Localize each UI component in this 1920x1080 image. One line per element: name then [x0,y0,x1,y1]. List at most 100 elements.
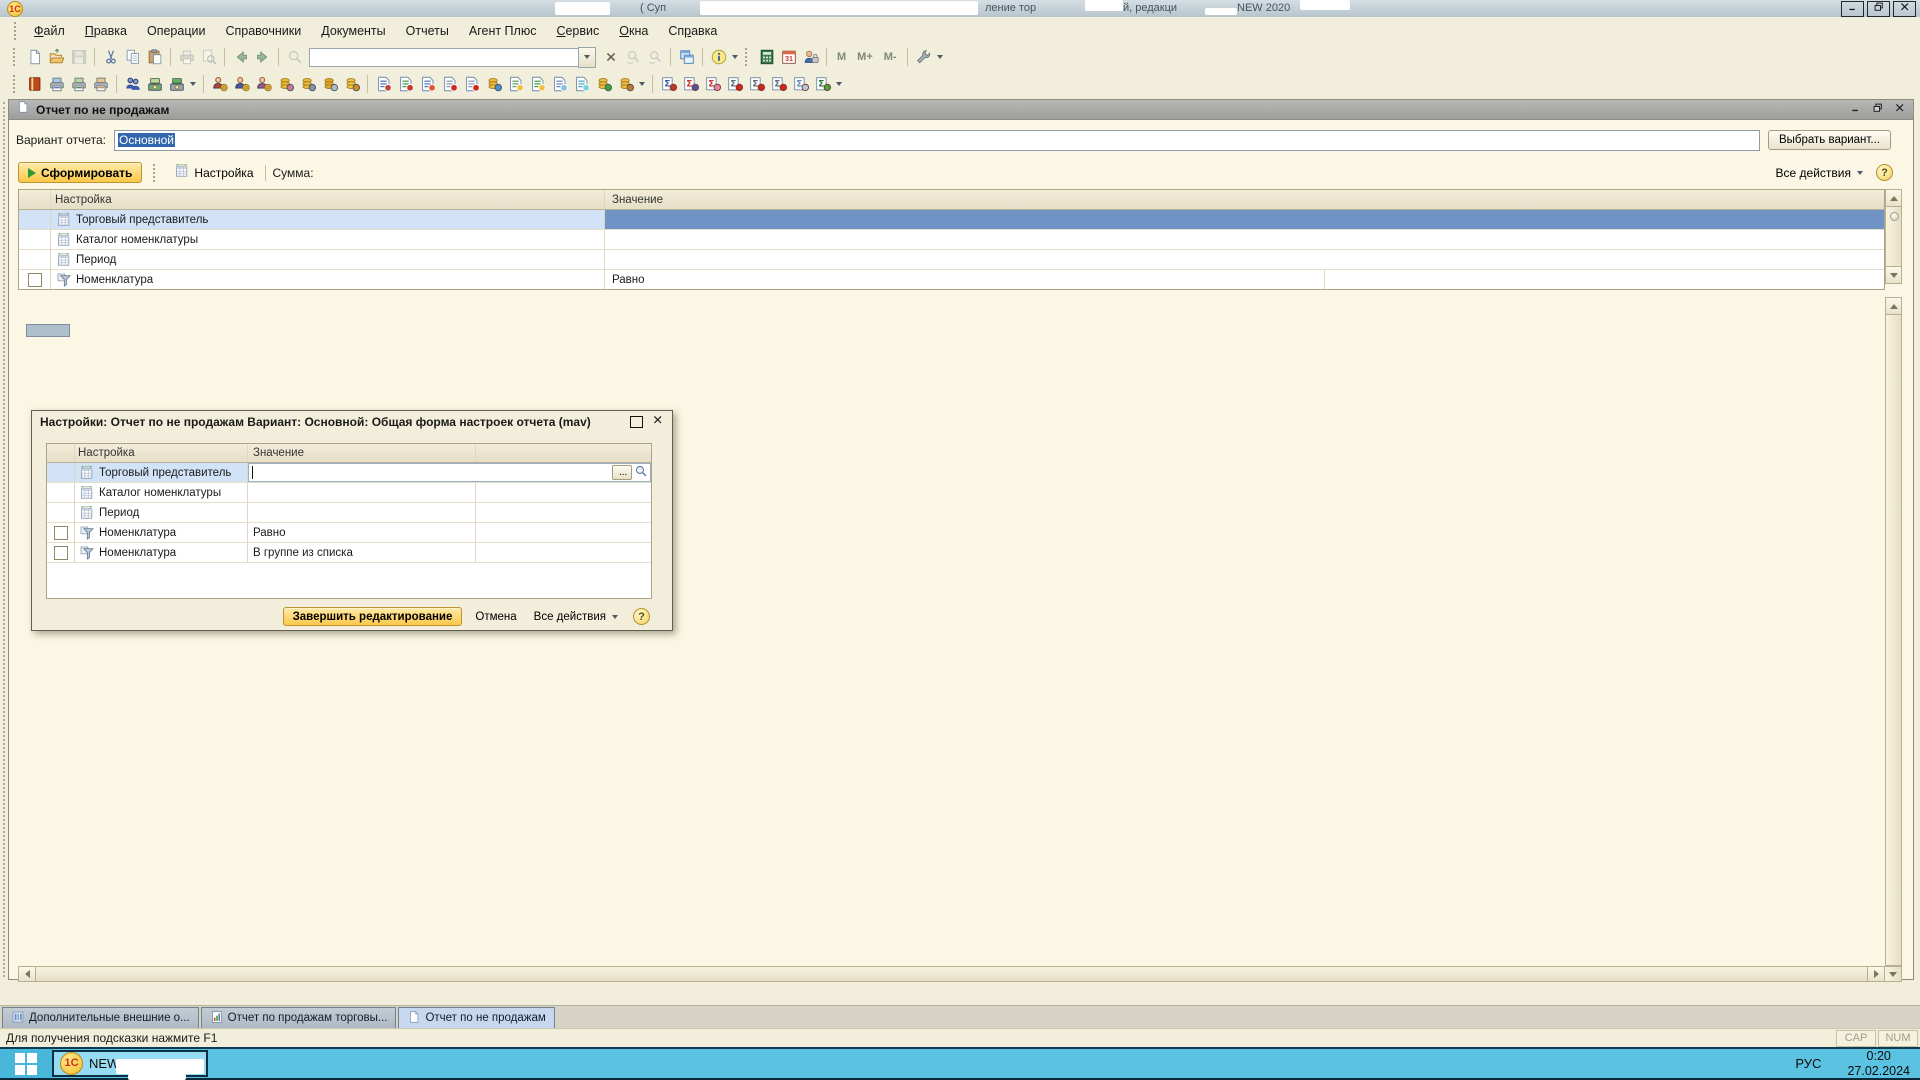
partners-icon[interactable] [122,74,143,95]
sales-person-icon[interactable] [209,74,230,95]
window-minimize-icon[interactable] [1850,101,1862,119]
column-header[interactable]: Настройка [75,444,248,462]
toolbar-grip[interactable] [13,48,19,66]
print-icon[interactable] [176,47,197,68]
menu-item-отчеты[interactable]: Отчеты [396,20,459,42]
new-document-icon[interactable] [24,47,45,68]
person-coins-icon[interactable] [275,74,296,95]
money-stack-icon[interactable] [319,74,340,95]
menu-item-документы[interactable]: Документы [311,20,395,42]
open-icon[interactable] [46,47,67,68]
find-next-icon[interactable] [644,47,665,68]
scroll-left-button[interactable] [19,967,36,981]
all-actions-button[interactable]: Все действия [1772,164,1869,182]
menu-item-операции[interactable]: Операции [137,20,215,42]
menu-item-справка[interactable]: Справка [658,20,727,42]
table-row[interactable]: Период [47,503,651,523]
dropdown-caret-icon[interactable] [937,55,943,59]
warehouse-coins-icon[interactable] [297,74,318,95]
scrollbar-grip[interactable] [1890,212,1899,221]
column-header[interactable]: Значение [248,444,476,462]
report-vertical-scrollbar[interactable] [1885,297,1902,966]
open-list-icon[interactable] [634,464,648,481]
table-vertical-scrollbar[interactable] [1885,189,1902,284]
doc-person-2-icon[interactable] [417,74,438,95]
info-icon[interactable] [708,47,729,68]
memory-plus-button[interactable]: M+ [852,49,878,65]
sum-person-1-icon[interactable]: Σ [658,74,679,95]
table-row[interactable]: Номенклатура Равно [47,523,651,543]
variant-input[interactable]: Основной [114,130,1760,151]
minimize-button[interactable] [1841,1,1864,17]
help-button[interactable]: ? [1876,164,1893,181]
service-settings-icon[interactable] [913,47,934,68]
value-edit-field[interactable]: ... [248,463,651,482]
close-button[interactable] [1893,1,1916,17]
coins-icon[interactable] [341,74,362,95]
copy-icon[interactable] [122,47,143,68]
toolbar-grip[interactable] [14,22,20,40]
tab-sales-report[interactable]: Отчет по продажам торговы... [201,1007,397,1029]
language-indicator[interactable]: РУС [1795,1056,1821,1071]
memory-button[interactable]: M [832,49,851,65]
sum-person-2-icon[interactable]: Σ [680,74,701,95]
dropdown-caret-icon[interactable] [190,82,196,86]
all-actions-button[interactable]: Все действия [530,609,624,625]
choose-value-button[interactable]: ... [612,465,632,480]
dialog-maximize-icon[interactable] [630,416,643,428]
scroll-right-button[interactable] [1867,967,1884,981]
doc-chart-icon[interactable] [395,74,416,95]
sum-flag-3-icon[interactable]: Σ [768,74,789,95]
dialog-close-icon[interactable] [652,413,664,431]
taskbar-app-button[interactable]: 1С NEW [52,1050,208,1077]
table-row[interactable]: Торговый представитель [19,210,1884,230]
dialog-titlebar[interactable]: Настройки: Отчет по не продажам Вариант:… [32,411,672,433]
basket-person-2-icon[interactable] [253,74,274,95]
save-icon[interactable] [68,47,89,68]
minus-coins-icon[interactable] [615,74,636,95]
row-checkbox[interactable] [28,273,42,287]
user-permissions-icon[interactable] [800,47,821,68]
finish-editing-button[interactable]: Завершить редактирование [283,607,463,626]
scroll-down-button[interactable] [1886,266,1901,283]
start-button[interactable] [0,1049,52,1078]
print-preview-icon[interactable] [198,47,219,68]
restore-button[interactable] [1867,1,1890,17]
doc-person-1-icon[interactable] [373,74,394,95]
help-button[interactable]: ? [633,608,650,625]
dropdown-caret-icon[interactable] [732,55,738,59]
memory-minus-button[interactable]: M- [879,49,902,65]
cash-register-icon[interactable] [166,74,187,95]
doc-refresh-icon[interactable] [571,74,592,95]
doc-flag-2-icon[interactable] [461,74,482,95]
sum-flag-2-icon[interactable]: Σ [746,74,767,95]
table-row[interactable]: Каталог номенклатуры [19,230,1884,250]
calculator-icon[interactable] [756,47,777,68]
column-header[interactable]: Настройка [51,190,605,209]
tab-no-sales-report[interactable]: Отчет по не продажам [398,1007,554,1029]
back-icon[interactable] [230,47,251,68]
print-form-3-icon[interactable] [90,74,111,95]
print-form-1-icon[interactable] [46,74,67,95]
toolbar-grip[interactable] [745,48,751,66]
tab-additional-external[interactable]: Дополнительные внешние о... [2,1007,199,1029]
combo-dropdown-icon[interactable] [578,47,596,68]
find-previous-icon[interactable] [622,47,643,68]
doc-flag-1-icon[interactable] [439,74,460,95]
dropdown-caret-icon[interactable] [836,82,842,86]
forward-icon[interactable] [252,47,273,68]
cut-icon[interactable] [100,47,121,68]
table-row[interactable]: Каталог номенклатуры [47,483,651,503]
report-horizontal-scrollbar[interactable] [18,966,1885,982]
settings-button[interactable]: Настройка [170,161,257,184]
row-checkbox[interactable] [54,546,68,560]
row-checkbox[interactable] [54,526,68,540]
doc-lines-icon[interactable] [549,74,570,95]
find-icon[interactable] [284,47,305,68]
sum-flag-1-icon[interactable]: Σ [724,74,745,95]
sum-check-icon[interactable]: Σ [812,74,833,95]
clear-search-icon[interactable] [600,47,621,68]
choose-variant-button[interactable]: Выбрать вариант... [1768,130,1891,150]
menu-item-агент плюс[interactable]: Агент Плюс [459,20,547,42]
table-row[interactable]: Номенклатура В группе из списка [47,543,651,563]
